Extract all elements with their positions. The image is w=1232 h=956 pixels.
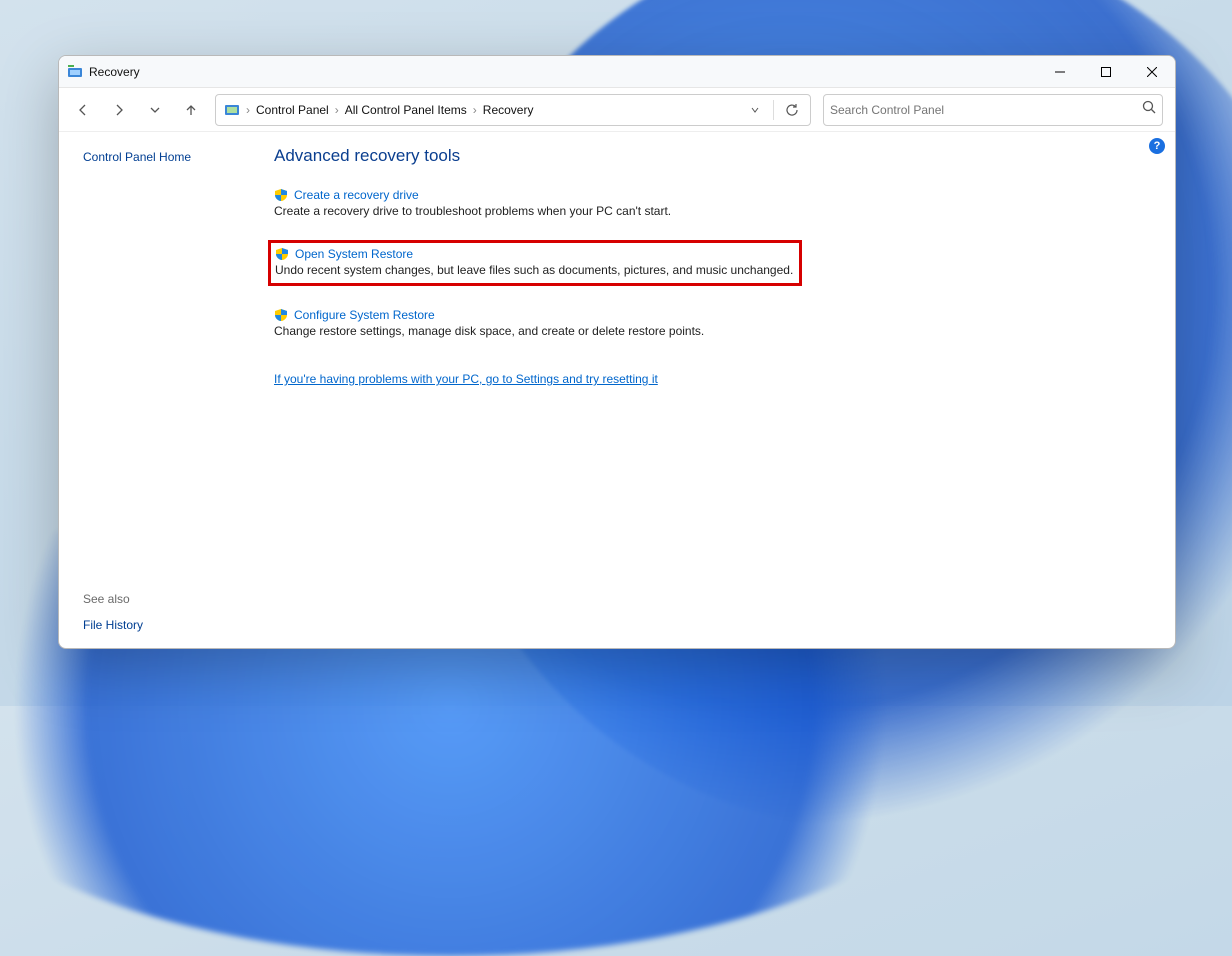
search-box[interactable] <box>823 94 1163 126</box>
control-panel-icon <box>224 102 240 118</box>
breadcrumb-recovery[interactable]: Recovery <box>481 101 536 119</box>
recent-locations-button[interactable] <box>143 98 167 122</box>
reset-pc-link[interactable]: If you're having problems with your PC, … <box>274 372 658 386</box>
address-dropdown-button[interactable] <box>741 96 769 124</box>
breadcrumb-all-items[interactable]: All Control Panel Items <box>343 101 469 119</box>
highlight-box: Open System Restore Undo recent system c… <box>268 240 802 286</box>
page-heading: Advanced recovery tools <box>274 146 1155 166</box>
titlebar: Recovery <box>59 56 1175 88</box>
uac-shield-icon <box>275 247 289 261</box>
up-button[interactable] <box>179 98 203 122</box>
maximize-button[interactable] <box>1083 56 1129 88</box>
chevron-right-icon: › <box>335 103 339 117</box>
search-icon <box>1142 100 1156 119</box>
content-area: ? Control Panel Home See also File Histo… <box>59 132 1175 648</box>
forward-button[interactable] <box>107 98 131 122</box>
sidebar: Control Panel Home See also File History <box>59 132 274 648</box>
open-system-restore-desc: Undo recent system changes, but leave fi… <box>275 263 793 277</box>
open-system-restore-item: Open System Restore Undo recent system c… <box>274 240 994 286</box>
window-title: Recovery <box>89 65 140 79</box>
create-recovery-drive-link[interactable]: Create a recovery drive <box>294 188 419 202</box>
chevron-right-icon: › <box>246 103 250 117</box>
search-input[interactable] <box>830 103 1142 117</box>
uac-shield-icon <box>274 188 288 202</box>
uac-shield-icon <box>274 308 288 322</box>
create-recovery-drive-desc: Create a recovery drive to troubleshoot … <box>274 204 994 218</box>
close-button[interactable] <box>1129 56 1175 88</box>
main-panel: Advanced recovery tools Create a recover… <box>274 132 1175 648</box>
toolbar: › Control Panel › All Control Panel Item… <box>59 88 1175 132</box>
configure-system-restore-item: Configure System Restore Change restore … <box>274 308 994 338</box>
open-system-restore-link[interactable]: Open System Restore <box>295 247 413 261</box>
breadcrumb-control-panel[interactable]: Control Panel <box>254 101 331 119</box>
recovery-window: Recovery › Control Panel › All Control P… <box>58 55 1176 649</box>
create-recovery-drive-item: Create a recovery drive Create a recover… <box>274 188 994 218</box>
minimize-button[interactable] <box>1037 56 1083 88</box>
refresh-button[interactable] <box>778 96 806 124</box>
configure-system-restore-link[interactable]: Configure System Restore <box>294 308 435 322</box>
chevron-right-icon: › <box>473 103 477 117</box>
back-button[interactable] <box>71 98 95 122</box>
recovery-app-icon <box>67 64 83 80</box>
control-panel-home-link[interactable]: Control Panel Home <box>83 150 258 164</box>
file-history-link[interactable]: File History <box>83 618 143 632</box>
see-also-label: See also <box>83 592 258 606</box>
configure-system-restore-desc: Change restore settings, manage disk spa… <box>274 324 994 338</box>
address-bar[interactable]: › Control Panel › All Control Panel Item… <box>215 94 811 126</box>
